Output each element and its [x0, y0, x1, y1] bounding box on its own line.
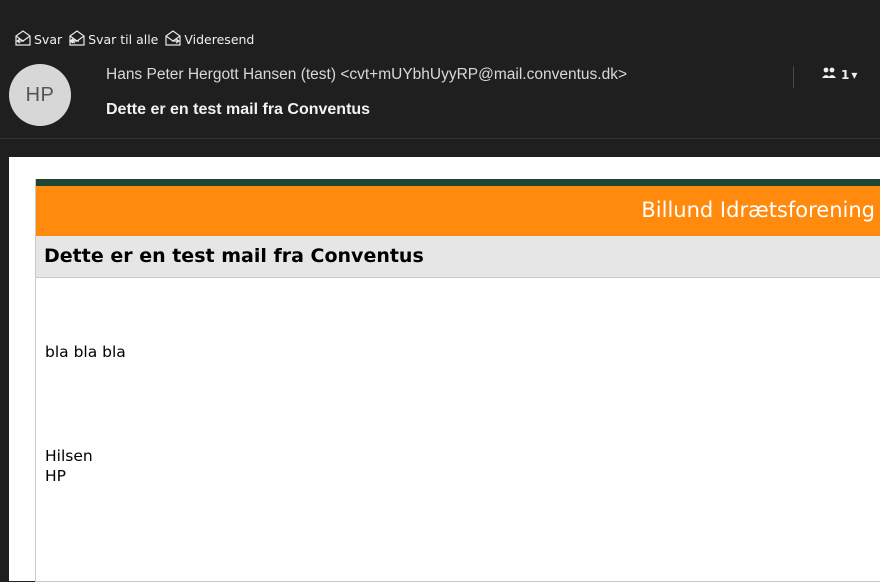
organization-name: Billund Idrætsforening	[641, 198, 875, 222]
divider	[793, 66, 794, 88]
reply-button[interactable]: Svar	[14, 30, 62, 49]
forward-label: Videresend	[184, 32, 255, 47]
avatar[interactable]: HP	[9, 64, 71, 126]
header-divider	[0, 138, 880, 139]
message-header: Svar Svar til alle Videresend HP Hans Pe…	[0, 0, 880, 148]
message-actions: Svar Svar til alle Videresend	[14, 30, 254, 49]
reply-all-button[interactable]: Svar til alle	[68, 30, 158, 49]
reply-label: Svar	[34, 32, 63, 47]
email-heading-bar: Dette er en test mail fra Conventus	[36, 236, 880, 278]
email-heading: Dette er en test mail fra Conventus	[44, 245, 424, 267]
chevron-down-icon: ▾	[851, 67, 858, 82]
people-icon	[821, 66, 839, 83]
organization-banner: Billund Idrætsforening	[36, 186, 880, 236]
reply-icon	[14, 30, 32, 49]
email-content: Billund Idrætsforening Dette er en test …	[35, 179, 880, 582]
body-text: bla bla bla	[45, 343, 126, 361]
top-stripe	[36, 179, 880, 186]
greeting-text: Hilsen	[45, 447, 93, 465]
signature-text: HP	[45, 467, 67, 485]
recipients-button[interactable]: 1 ▾	[821, 66, 857, 83]
message-subject: Dette er en test mail fra Conventus	[106, 101, 371, 118]
message-body: Billund Idrætsforening Dette er en test …	[9, 157, 880, 582]
sender-address[interactable]: Hans Peter Hergott Hansen (test) <cvt+mU…	[106, 66, 627, 84]
recipients-count: 1	[841, 67, 850, 82]
reply-all-icon	[68, 30, 86, 49]
forward-button[interactable]: Videresend	[164, 30, 254, 49]
reply-all-label: Svar til alle	[88, 32, 159, 47]
forward-icon	[164, 30, 182, 49]
